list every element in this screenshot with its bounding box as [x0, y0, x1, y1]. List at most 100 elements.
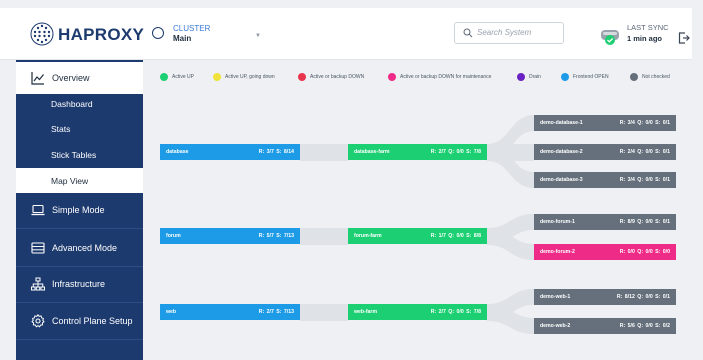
backend-node[interactable]: web-farm R: 2/7 Q: 0/0 S: 7/8: [348, 304, 487, 320]
connector: [487, 304, 534, 334]
node-name: forum-farm: [354, 233, 382, 239]
chart-line-icon: [31, 72, 44, 85]
chevron-down-icon[interactable]: ▼: [255, 33, 261, 39]
legend-label: Active or backup DOWN for maintenance: [400, 74, 492, 80]
cluster-radio-icon: [152, 27, 164, 39]
legend-item: Active or backup DOWN: [298, 73, 364, 81]
top-header: HAPROXY CLUSTER Main ▼ Search System LAS…: [0, 8, 692, 60]
sidebar: Overview Dashboard Stats Stick Tables Ma…: [16, 60, 143, 360]
status-legend: Active UP Active UP, going down Active o…: [160, 73, 690, 85]
frontend-node[interactable]: database R: 3/7 S: 8/14: [160, 144, 300, 160]
last-sync-value: 1 min ago: [627, 34, 663, 43]
sidebar-item-overview[interactable]: Overview: [16, 62, 143, 94]
node-stats: R: 2/7 Q: 0/0 S: 7/8: [430, 149, 481, 155]
legend-item: Not checked: [630, 73, 670, 81]
node-stats: R: 2/7 Q: 0/0 S: 7/8: [430, 309, 481, 315]
sidebar-item-stats[interactable]: Stats: [16, 116, 143, 141]
status-dot-icon: [388, 73, 396, 81]
sidebar-item-control-plane-setup[interactable]: Control Plane Setup: [16, 305, 143, 337]
server-rack-icon: [31, 242, 45, 254]
node-stats: R: 1/7 Q: 0/0 S: 8/8: [430, 233, 481, 239]
connector: [487, 228, 534, 260]
legend-label: Frontend OPEN: [573, 74, 609, 80]
logo-text: HAPROXY: [58, 25, 145, 44]
node-name: demo-forum-2: [540, 249, 575, 255]
node-name: web: [166, 309, 177, 315]
sidebar-item-label: Dashboard: [51, 98, 93, 109]
search-input[interactable]: Search System: [477, 28, 531, 37]
divider: [16, 266, 143, 267]
node-name: demo-database-3: [540, 177, 583, 183]
server-node[interactable]: demo-database-2 R: 2/4 Q: 0/0 S: 0/1: [534, 144, 676, 160]
node-stats: R: 5/6 Q: 0/0 S: 0/2: [619, 323, 670, 329]
network-tree-icon: [31, 277, 45, 291]
search-box[interactable]: Search System: [454, 22, 564, 44]
status-dot-icon: [213, 73, 221, 81]
status-dot-icon: [160, 73, 168, 81]
legend-item: Frontend OPEN: [561, 73, 609, 81]
divider: [16, 339, 143, 340]
sidebar-item-label: Infrastructure: [52, 279, 106, 289]
laptop-icon: [31, 204, 45, 216]
node-name: database: [166, 149, 189, 155]
node-stats: R: 2/4 Q: 0/0 S: 0/1: [619, 149, 670, 155]
divider: [16, 302, 143, 303]
sidebar-item-label: Map View: [51, 175, 89, 186]
haproxy-logo[interactable]: HAPROXY: [30, 20, 144, 48]
sidebar-item-dashboard[interactable]: Dashboard: [16, 91, 143, 116]
status-dot-icon: [630, 73, 638, 81]
node-name: database-farm: [354, 149, 390, 155]
sidebar-item-stick-tables[interactable]: Stick Tables: [16, 142, 143, 167]
node-name: forum: [166, 233, 181, 239]
gear-icon: [31, 314, 45, 328]
sidebar-item-label: Simple Mode: [52, 205, 105, 215]
sidebar-item-simple-mode[interactable]: Simple Mode: [16, 194, 143, 226]
node-name: demo-database-1: [540, 120, 583, 126]
connector: [487, 214, 534, 245]
legend-label: Drain: [529, 74, 541, 80]
node-stats: R: 8/12 Q: 0/0 S: 0/1: [616, 294, 670, 300]
frontend-node[interactable]: web R: 2/7 S: 7/13: [160, 304, 300, 320]
legend-item: Active or backup DOWN for maintenance: [388, 73, 491, 81]
server-node[interactable]: demo-database-3 R: 3/4 Q: 0/0 S: 0/1: [534, 172, 676, 188]
status-dot-icon: [561, 73, 569, 81]
connector: [300, 144, 348, 161]
sidebar-item-map-view[interactable]: Map View: [16, 168, 143, 193]
connector: [487, 144, 534, 161]
connector: [487, 115, 534, 161]
node-name: demo-web-2: [540, 323, 571, 329]
node-stats: R: 8/9 Q: 0/0 S: 0/1: [619, 219, 670, 225]
node-stats: R: 2/7 S: 7/13: [258, 309, 294, 315]
status-dot-icon: [517, 73, 525, 81]
sync-status-icon: [601, 30, 619, 45]
status-dot-icon: [298, 73, 306, 81]
server-node[interactable]: demo-forum-2 R: 0/0 Q: 0/0 S: 0/0: [534, 244, 676, 260]
server-node[interactable]: demo-forum-1 R: 8/9 Q: 0/0 S: 0/1: [534, 214, 676, 230]
legend-label: Not checked: [642, 74, 670, 80]
server-node[interactable]: demo-database-1 R: 3/4 Q: 0/0 S: 0/1: [534, 115, 676, 131]
node-stats: R: 3/4 Q: 0/0 S: 0/1: [619, 120, 670, 126]
legend-item: Drain: [517, 73, 541, 81]
node-name: demo-database-2: [540, 149, 583, 155]
node-stats: R: 5/7 S: 7/13: [258, 233, 294, 239]
sidebar-item-infrastructure[interactable]: Infrastructure: [16, 268, 143, 300]
connector: [487, 289, 534, 321]
connector: [487, 144, 534, 188]
last-sync-label: LAST SYNC: [627, 23, 669, 32]
server-node[interactable]: demo-web-1 R: 8/12 Q: 0/0 S: 0/1: [534, 289, 676, 305]
sidebar-item-label: Control Plane Setup: [52, 316, 133, 326]
logout-icon[interactable]: [678, 32, 690, 44]
frontend-node[interactable]: forum R: 5/7 S: 7/13: [160, 228, 300, 244]
search-icon: [463, 28, 473, 38]
sidebar-item-advanced-mode[interactable]: Advanced Mode: [16, 232, 143, 264]
legend-label: Active or backup DOWN: [310, 74, 365, 80]
cluster-label: CLUSTER: [173, 24, 211, 33]
sidebar-item-label: Stick Tables: [51, 149, 97, 160]
backend-node[interactable]: database-farm R: 2/7 Q: 0/0 S: 7/8: [348, 144, 487, 160]
legend-label: Active UP, going down: [225, 74, 275, 80]
node-name: demo-forum-1: [540, 219, 575, 225]
server-node[interactable]: demo-web-2 R: 5/6 Q: 0/0 S: 0/2: [534, 318, 676, 334]
backend-node[interactable]: forum-farm R: 1/7 Q: 0/0 S: 8/8: [348, 228, 487, 244]
legend-label: Active UP: [172, 74, 194, 80]
sidebar-item-label: Stats: [51, 123, 71, 134]
